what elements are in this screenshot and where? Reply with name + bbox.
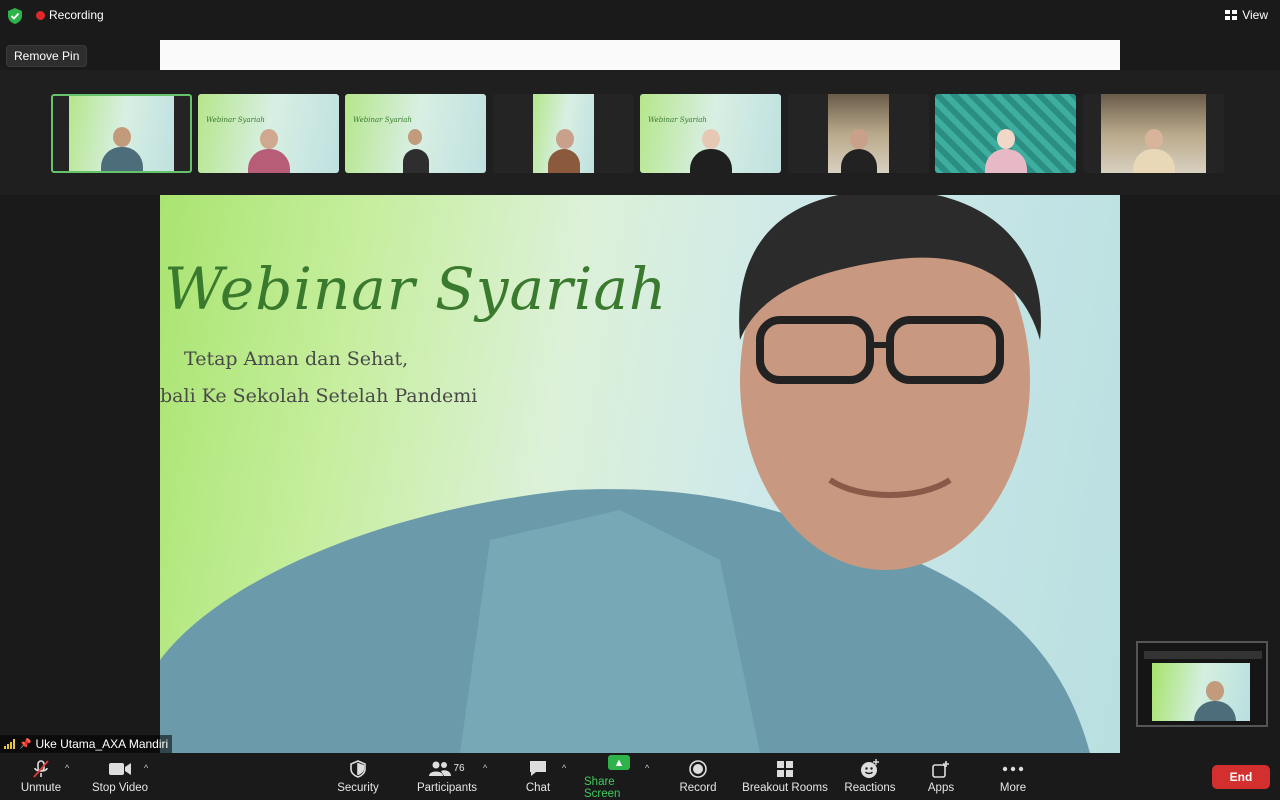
record-button[interactable]: Record — [677, 753, 719, 800]
remove-pin-button[interactable]: Remove Pin — [6, 45, 88, 67]
participants-options-chevron-icon[interactable]: ^ — [483, 763, 487, 773]
reactions-label: Reactions — [844, 781, 896, 794]
thumbnail-slide-text: Webinar Syariah — [353, 116, 412, 124]
stop-video-label: Stop Video — [91, 781, 149, 794]
recording-label: Recording — [49, 8, 104, 22]
self-view-thumbnail-strip — [1144, 651, 1262, 659]
record-icon — [689, 759, 707, 778]
chat-label: Chat — [525, 781, 551, 794]
share-screen-label: Share Screen — [584, 775, 621, 800]
video-options-chevron-icon[interactable]: ^ — [144, 763, 148, 773]
smiley-plus-icon — [860, 758, 880, 778]
thumbnail-slide-text: Webinar Syariah — [206, 116, 265, 124]
view-label: View — [1242, 8, 1268, 22]
audio-options-chevron-icon[interactable]: ^ — [65, 763, 69, 773]
participants-icon: 76 — [429, 760, 465, 778]
participants-button[interactable]: 76 Participants — [412, 753, 482, 800]
top-bar: Recording View — [0, 0, 1280, 32]
breakout-rooms-button[interactable]: Breakout Rooms — [742, 753, 828, 800]
security-shield-icon[interactable] — [8, 8, 22, 24]
apps-label: Apps — [927, 781, 955, 794]
reactions-button[interactable]: Reactions — [843, 753, 897, 800]
chat-bubble-icon — [528, 760, 548, 778]
self-view-window[interactable] — [1136, 641, 1268, 727]
shield-icon — [350, 759, 366, 778]
security-label: Security — [337, 781, 379, 794]
connection-signal-icon — [4, 739, 15, 749]
participant-thumbnail[interactable]: Webinar Syariah — [640, 94, 781, 173]
record-label: Record — [679, 781, 717, 794]
participants-label: Participants — [416, 781, 478, 794]
chat-button[interactable]: Chat — [518, 753, 558, 800]
chat-options-chevron-icon[interactable]: ^ — [562, 763, 566, 773]
video-camera-icon — [108, 760, 132, 778]
participant-thumbnail[interactable] — [1083, 94, 1224, 173]
more-button[interactable]: More — [993, 753, 1033, 800]
share-options-chevron-icon[interactable]: ^ — [645, 763, 649, 773]
unmute-label: Unmute — [20, 781, 62, 794]
participant-thumbnail[interactable] — [493, 94, 634, 173]
grid-view-icon — [1225, 10, 1238, 20]
participant-thumbnail[interactable] — [935, 94, 1076, 173]
unmute-button[interactable]: Unmute — [18, 753, 64, 800]
more-dots-icon — [1002, 760, 1024, 778]
pin-icon: 📌 — [19, 738, 32, 750]
recording-dot-icon — [36, 10, 45, 20]
breakout-rooms-label: Breakout Rooms — [742, 781, 828, 794]
active-speaker-name-tag: 📌 Uke Utama_AXA Mandiri — [0, 735, 173, 753]
end-meeting-button[interactable]: End — [1212, 765, 1270, 789]
active-speaker-name: Uke Utama_AXA Mandiri — [35, 737, 169, 751]
view-button[interactable]: View — [1225, 8, 1268, 22]
breakout-rooms-grid-icon — [776, 760, 794, 778]
participant-thumbnail[interactable]: Webinar Syariah — [345, 94, 486, 173]
apps-icon — [932, 760, 950, 778]
participant-thumbnail[interactable] — [788, 94, 929, 173]
participants-count: 76 — [453, 763, 465, 774]
more-label: More — [999, 781, 1027, 794]
stop-video-button[interactable]: Stop Video — [90, 753, 150, 800]
recording-indicator[interactable]: Recording — [36, 8, 104, 22]
participant-thumbnail[interactable] — [51, 94, 192, 173]
muted-microphone-icon — [31, 759, 51, 778]
security-button[interactable]: Security — [333, 753, 383, 800]
meeting-toolbar: Unmute ^ Stop Video ^ Security 76 Partic… — [0, 753, 1280, 800]
participant-thumbnail[interactable]: Webinar Syariah — [198, 94, 339, 173]
share-screen-button[interactable]: ▲ Share Screen — [584, 753, 654, 800]
apps-button[interactable]: Apps — [921, 753, 961, 800]
share-screen-arrow-icon: ▲ — [608, 755, 630, 770]
thumbnail-slide-text: Webinar Syariah — [648, 116, 707, 124]
participant-thumbnail-strip: Webinar Syariah Webinar Syariah Webinar … — [0, 70, 1280, 195]
